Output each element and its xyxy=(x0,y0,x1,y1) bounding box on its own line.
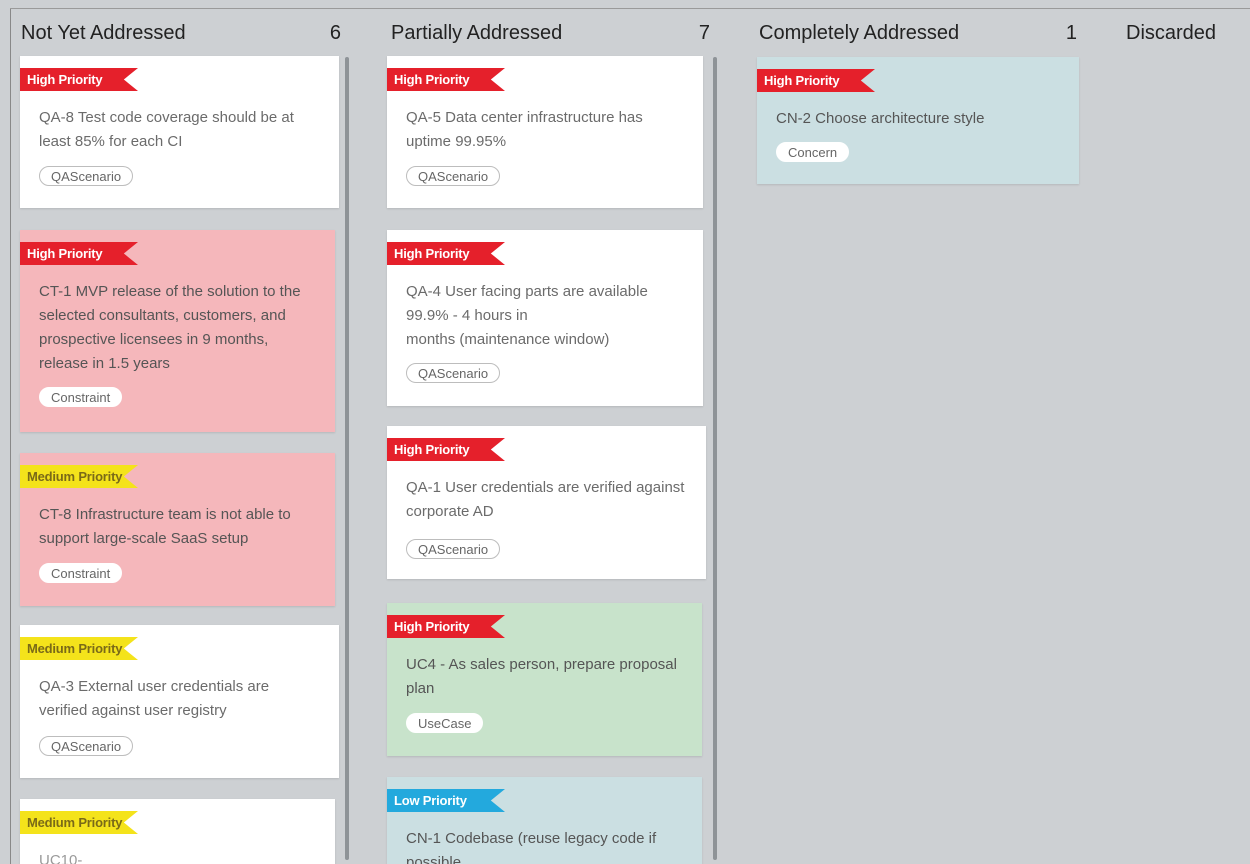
column-count: 1 xyxy=(1065,21,1077,44)
priority-ribbon: High Priority xyxy=(387,68,505,91)
card-ct-8[interactable]: Medium Priority CT-8 Infrastructure team… xyxy=(20,453,335,606)
priority-ribbon: Medium Priority xyxy=(20,637,138,660)
card-cn-1[interactable]: Low Priority CN-1 Codebase (reuse legacy… xyxy=(387,777,702,864)
card-qa-5[interactable]: High Priority QA-5 Data center infrastru… xyxy=(387,56,703,208)
board-top-border xyxy=(10,8,1250,9)
card-qa-1[interactable]: High Priority QA-1 User credentials are … xyxy=(387,426,706,579)
card-type-tag[interactable]: Constraint xyxy=(39,387,123,407)
card-title: QA-5 Data center infrastructure has upti… xyxy=(406,109,643,150)
column-header-partially-addressed[interactable]: Partially Addressed 7 xyxy=(391,18,716,48)
card-title: QA-8 Test code coverage should be at lea… xyxy=(39,109,294,150)
column-header-completely-addressed[interactable]: Completely Addressed 1 xyxy=(759,18,1083,48)
card-type-tag[interactable]: Constraint xyxy=(39,563,123,583)
card-title: UC10- xyxy=(39,852,83,864)
column-count: 7 xyxy=(698,21,710,44)
priority-ribbon: High Priority xyxy=(757,69,875,92)
column-title: Partially Addressed xyxy=(391,21,563,44)
card-type-tag[interactable]: QAScenario xyxy=(406,166,501,186)
card-ct-1[interactable]: High Priority CT-1 MVP release of the so… xyxy=(20,230,335,432)
column-title: Completely Addressed xyxy=(759,21,960,44)
priority-ribbon: High Priority xyxy=(387,615,505,638)
column-header-discarded[interactable]: Discarded xyxy=(1126,18,1236,48)
card-uc10[interactable]: Medium Priority UC10- xyxy=(20,799,335,864)
card-type-tag[interactable]: QAScenario xyxy=(39,736,134,756)
card-title: CT-8 Infrastructure team is not able to … xyxy=(39,506,291,547)
card-title: QA-4 User facing parts are available 99.… xyxy=(406,280,683,352)
card-qa-3[interactable]: Medium Priority QA-3 External user crede… xyxy=(20,625,339,778)
card-title: UC4 - As sales person, prepare proposal … xyxy=(406,656,677,697)
column-scrollbar-not-yet-addressed[interactable] xyxy=(345,57,349,860)
column-title: Not Yet Addressed xyxy=(21,21,186,44)
column-header-not-yet-addressed[interactable]: Not Yet Addressed 6 xyxy=(21,18,347,48)
priority-ribbon: Medium Priority xyxy=(20,811,138,834)
priority-ribbon: High Priority xyxy=(387,438,505,461)
card-cn-2[interactable]: High Priority CN-2 Choose architecture s… xyxy=(757,57,1079,184)
card-title-line: QA-4 User facing parts are available 99.… xyxy=(406,283,648,324)
priority-ribbon: High Priority xyxy=(20,68,138,91)
card-title: QA-3 External user credentials are verif… xyxy=(39,678,270,719)
card-title-line: months (maintenance window) xyxy=(406,331,610,348)
kanban-board: Not Yet Addressed 6 Partially Addressed … xyxy=(0,0,1250,864)
card-type-tag[interactable]: UseCase xyxy=(406,713,484,733)
card-qa-4[interactable]: High Priority QA-4 User facing parts are… xyxy=(387,230,703,406)
column-count: 6 xyxy=(329,21,341,44)
card-type-tag[interactable]: QAScenario xyxy=(406,539,501,559)
card-title: CT-1 MVP release of the solution to the … xyxy=(39,283,301,372)
priority-ribbon: Low Priority xyxy=(387,789,505,812)
card-type-tag[interactable]: Concern xyxy=(776,142,850,162)
card-type-tag[interactable]: QAScenario xyxy=(39,166,134,186)
priority-ribbon: Medium Priority xyxy=(20,465,138,488)
card-qa-8[interactable]: High Priority QA-8 Test code coverage sh… xyxy=(20,56,339,208)
card-title: CN-2 Choose architecture style xyxy=(776,110,985,127)
board-left-border xyxy=(10,8,11,864)
card-type-tag[interactable]: QAScenario xyxy=(406,363,501,383)
card-title: QA-1 User credentials are verified again… xyxy=(406,479,685,520)
priority-ribbon: High Priority xyxy=(20,242,138,265)
card-title: CN-1 Codebase (reuse legacy code if poss… xyxy=(406,830,657,864)
column-scrollbar-partially-addressed[interactable] xyxy=(713,57,717,860)
priority-ribbon: High Priority xyxy=(387,242,505,265)
column-title: Discarded xyxy=(1126,21,1217,44)
card-uc4[interactable]: High Priority UC4 - As sales person, pre… xyxy=(387,603,702,756)
